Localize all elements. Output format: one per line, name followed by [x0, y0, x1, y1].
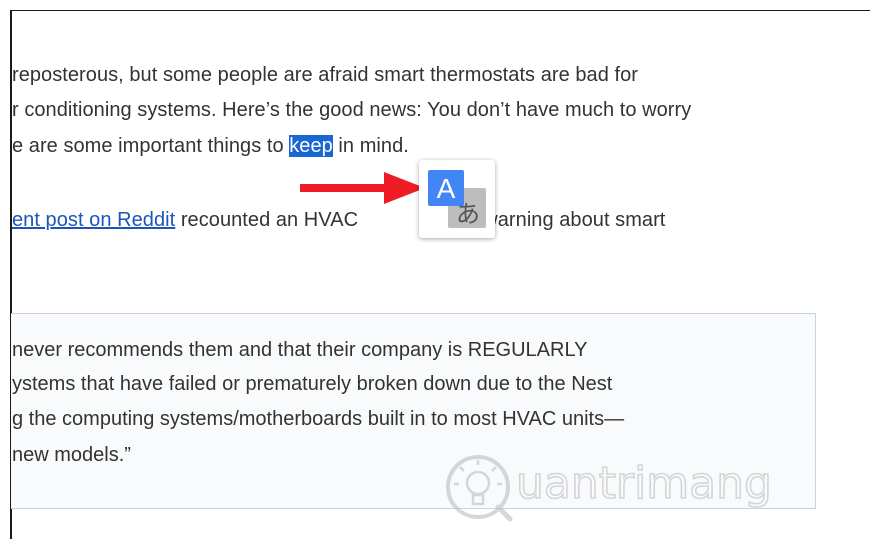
- reddit-post-link[interactable]: ent post on Reddit: [12, 209, 175, 231]
- blockquote-line: never recommends them and that their com…: [12, 339, 588, 361]
- red-arrow-icon: [300, 172, 425, 204]
- article-text-line: reposterous, but some people are afraid …: [12, 64, 638, 86]
- quantrimang-watermark: uantrimang: [438, 445, 778, 525]
- blockquote-line: ystems that have failed or prematurely b…: [12, 373, 613, 395]
- watermark-text: uantrimang: [515, 458, 773, 510]
- article-text: recounted an HVAC: [175, 209, 359, 231]
- lightbulb-logo-icon: [446, 455, 513, 522]
- article-text: in mind.: [332, 135, 409, 157]
- blockquote-line: new models.”: [12, 444, 131, 466]
- blockquote-line: g the computing systems/motherboards bui…: [12, 408, 625, 430]
- translate-kana-glyph: あ: [456, 200, 480, 228]
- article-text: e are some important things to: [12, 135, 290, 157]
- google-translate-icon: A あ: [428, 170, 486, 228]
- page-border-top: [11, 10, 870, 11]
- article-text-line: ent post on Reddit recounted an HVAC icia…: [12, 207, 665, 233]
- translate-popup-button[interactable]: A あ: [419, 160, 495, 238]
- translate-latin-glyph: A: [437, 173, 456, 204]
- article-text-line: e are some important things to keep in m…: [12, 133, 409, 159]
- article-text-line: r conditioning systems. Here’s the good …: [12, 99, 692, 121]
- browser-page: reposterous, but some people are afraid …: [0, 0, 870, 539]
- selected-word[interactable]: keep: [289, 135, 333, 157]
